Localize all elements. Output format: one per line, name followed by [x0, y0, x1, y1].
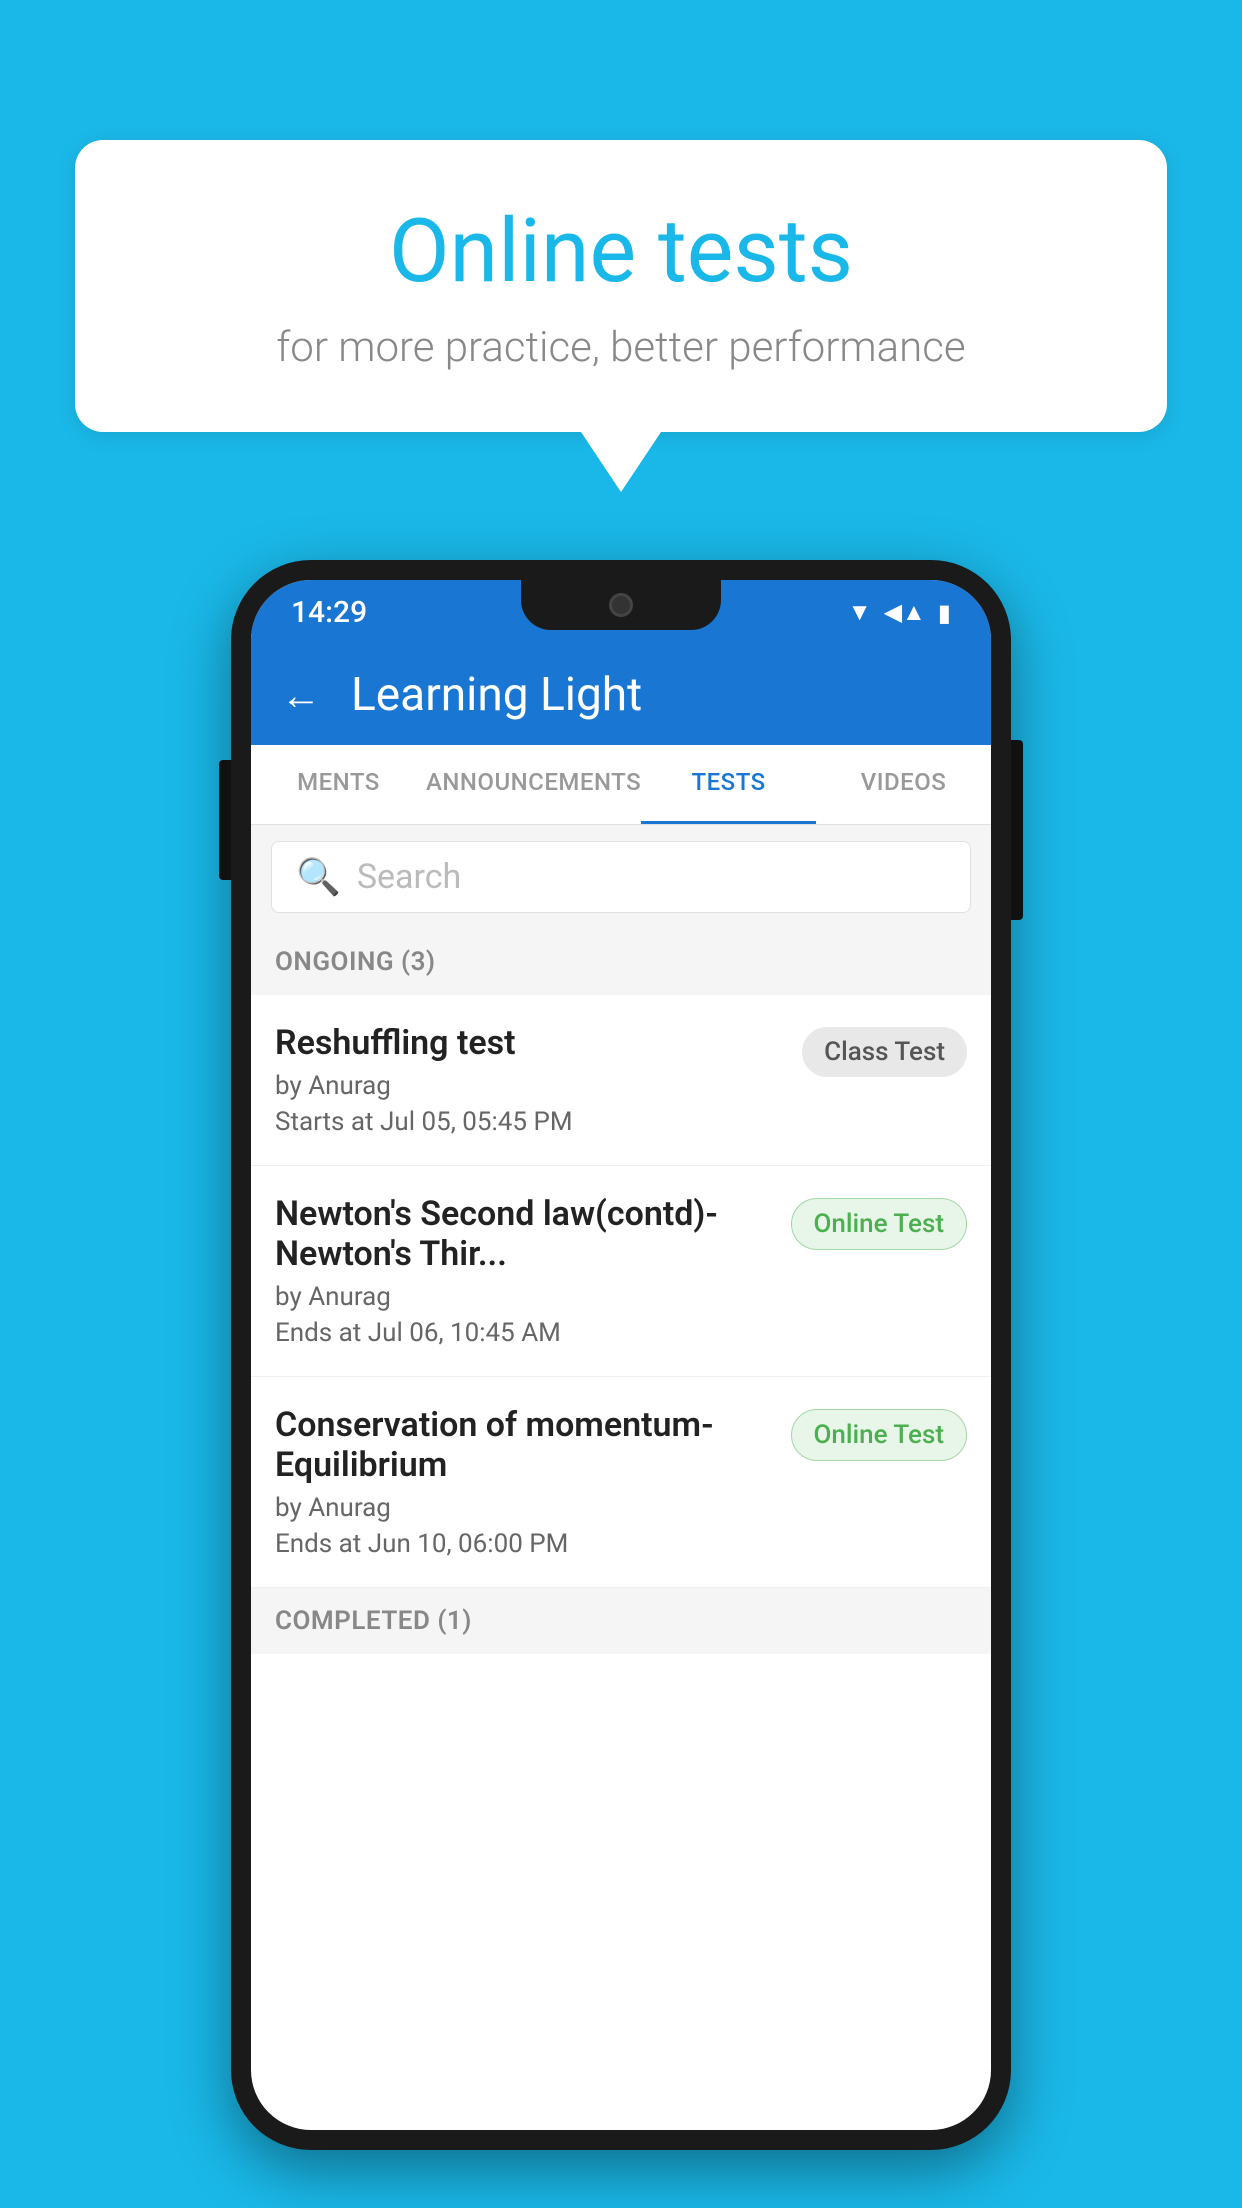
- test-time-2: Ends at Jun 10, 06:00 PM: [275, 1529, 771, 1559]
- app-bar-title: Learning Light: [351, 668, 642, 722]
- test-author-0: by Anurag: [275, 1071, 782, 1101]
- test-time-0: Starts at Jul 05, 05:45 PM: [275, 1107, 782, 1137]
- tab-tests[interactable]: TESTS: [641, 745, 816, 824]
- signal-icon: ◀▲: [884, 598, 926, 627]
- test-info-1: Newton's Second law(contd)-Newton's Thir…: [275, 1194, 791, 1348]
- phone-frame: 14:29 ▼ ◀▲ ▮ ← Learning Light MENTS ANNO…: [231, 560, 1011, 2150]
- speech-bubble: Online tests for more practice, better p…: [75, 140, 1167, 432]
- completed-section-header: COMPLETED (1): [251, 1588, 991, 1654]
- completed-section-title: COMPLETED (1): [275, 1606, 472, 1636]
- speech-bubble-arrow: [581, 432, 661, 492]
- status-icons: ▼ ◀▲ ▮: [848, 598, 951, 627]
- phone-screen: 14:29 ▼ ◀▲ ▮ ← Learning Light MENTS ANNO…: [251, 580, 991, 2130]
- test-info-0: Reshuffling test by Anurag Starts at Jul…: [275, 1023, 802, 1137]
- tab-videos[interactable]: VIDEOS: [816, 745, 991, 824]
- search-container: 🔍 Search: [251, 825, 991, 929]
- test-item-1[interactable]: Newton's Second law(contd)-Newton's Thir…: [251, 1166, 991, 1377]
- search-placeholder: Search: [357, 857, 461, 897]
- test-time-1: Ends at Jul 06, 10:45 AM: [275, 1318, 771, 1348]
- test-item-0[interactable]: Reshuffling test by Anurag Starts at Jul…: [251, 995, 991, 1166]
- tab-ments[interactable]: MENTS: [251, 745, 426, 824]
- test-badge-1: Online Test: [791, 1198, 968, 1250]
- search-bar[interactable]: 🔍 Search: [271, 841, 971, 913]
- speech-bubble-subtitle: for more practice, better performance: [155, 323, 1087, 372]
- speech-bubble-container: Online tests for more practice, better p…: [75, 140, 1167, 492]
- back-button[interactable]: ←: [281, 672, 321, 719]
- status-time: 14:29: [291, 595, 367, 630]
- app-bar: ← Learning Light: [251, 645, 991, 745]
- phone-notch: [521, 580, 721, 630]
- test-badge-2: Online Test: [791, 1409, 968, 1461]
- search-icon: 🔍: [296, 856, 341, 898]
- test-name-2: Conservation of momentum-Equilibrium: [275, 1405, 771, 1485]
- speech-bubble-title: Online tests: [155, 200, 1087, 303]
- tab-announcements[interactable]: ANNOUNCEMENTS: [426, 745, 641, 824]
- phone-wrapper: 14:29 ▼ ◀▲ ▮ ← Learning Light MENTS ANNO…: [231, 560, 1011, 2150]
- tabs-bar: MENTS ANNOUNCEMENTS TESTS VIDEOS: [251, 745, 991, 825]
- phone-camera: [609, 593, 633, 617]
- battery-icon: ▮: [938, 599, 951, 627]
- test-name-0: Reshuffling test: [275, 1023, 782, 1063]
- test-name-1: Newton's Second law(contd)-Newton's Thir…: [275, 1194, 771, 1274]
- ongoing-section-title: ONGOING (3): [275, 947, 436, 977]
- test-author-2: by Anurag: [275, 1493, 771, 1523]
- test-info-2: Conservation of momentum-Equilibrium by …: [275, 1405, 791, 1559]
- test-badge-0: Class Test: [802, 1027, 967, 1077]
- test-author-1: by Anurag: [275, 1282, 771, 1312]
- test-list: Reshuffling test by Anurag Starts at Jul…: [251, 995, 991, 1588]
- wifi-icon: ▼: [848, 598, 872, 627]
- test-item-2[interactable]: Conservation of momentum-Equilibrium by …: [251, 1377, 991, 1588]
- ongoing-section-header: ONGOING (3): [251, 929, 991, 995]
